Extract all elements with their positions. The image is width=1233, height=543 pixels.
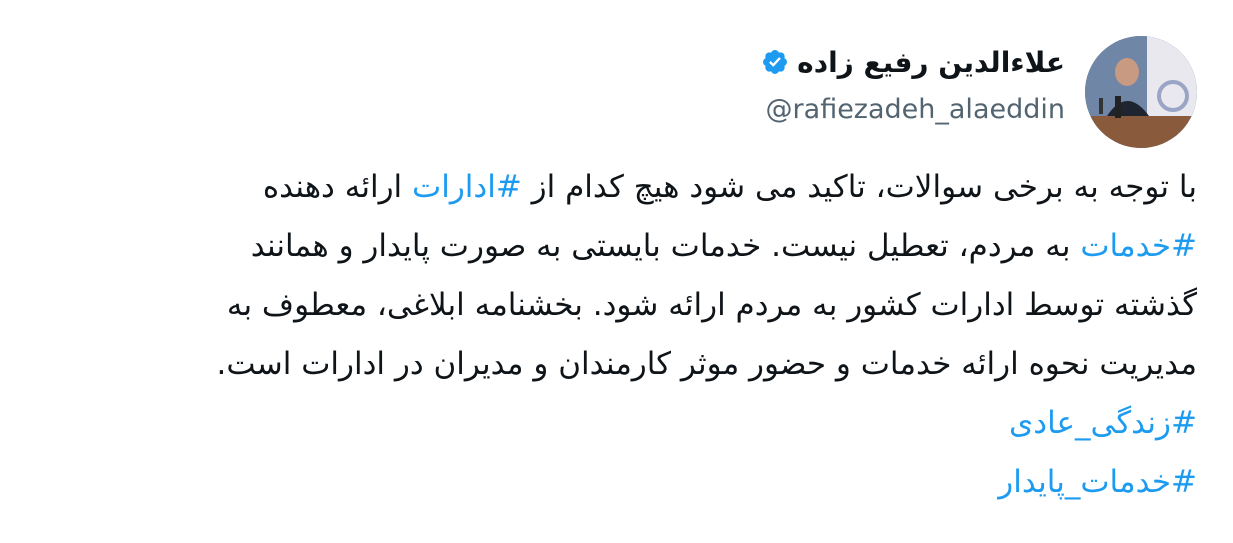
- author-name-row: علاءالدین رفیع زاده: [465, 40, 1065, 84]
- tweet-text-segment: گذشته توسط ادارات کشور به مردم ارائه شود…: [226, 287, 1197, 323]
- tweet-line: #زندگی_عادی: [7, 394, 1197, 453]
- tweet-text-segment: به مردم، تعطیل نیست. خدمات بایستی به صور…: [250, 228, 1081, 264]
- tweet-line: #خدمات به مردم، تعطیل نیست. خدمات بایستی…: [7, 217, 1197, 276]
- author-handle[interactable]: @rafiezadeh_alaeddin: [465, 94, 1065, 125]
- tweet-line: گذشته توسط ادارات کشور به مردم ارائه شود…: [7, 276, 1197, 335]
- tweet-line: #خدمات_پایدار: [7, 453, 1197, 512]
- tweet-line: با توجه به برخی سوالات، تاکید می شود هیچ…: [7, 158, 1197, 217]
- tweet: علاءالدین رفیع زاده @rafiezadeh_alaeddin…: [0, 0, 1233, 543]
- hashtag-link[interactable]: #ادارات: [412, 169, 522, 205]
- verified-badge-icon[interactable]: [761, 48, 789, 76]
- avatar[interactable]: [1085, 36, 1197, 148]
- author-identity: علاءالدین رفیع زاده @rafiezadeh_alaeddin: [465, 40, 1065, 125]
- tweet-text-segment: ارائه دهنده: [262, 169, 413, 205]
- hashtag-link[interactable]: #خدمات: [1080, 228, 1197, 264]
- author-display-name[interactable]: علاءالدین رفیع زاده: [797, 46, 1065, 79]
- hashtag-link[interactable]: #خدمات_پایدار: [998, 464, 1197, 500]
- hashtag-link[interactable]: #زندگی_عادی: [1009, 405, 1197, 441]
- tweet-text-segment: مدیریت نحوه ارائه خدمات و حضور موثر کارم…: [216, 346, 1197, 382]
- tweet-text-segment: با توجه به برخی سوالات، تاکید می شود هیچ…: [521, 169, 1197, 205]
- avatar-photo: [1085, 36, 1197, 148]
- tweet-line: مدیریت نحوه ارائه خدمات و حضور موثر کارم…: [7, 335, 1197, 394]
- tweet-text: با توجه به برخی سوالات، تاکید می شود هیچ…: [7, 158, 1197, 512]
